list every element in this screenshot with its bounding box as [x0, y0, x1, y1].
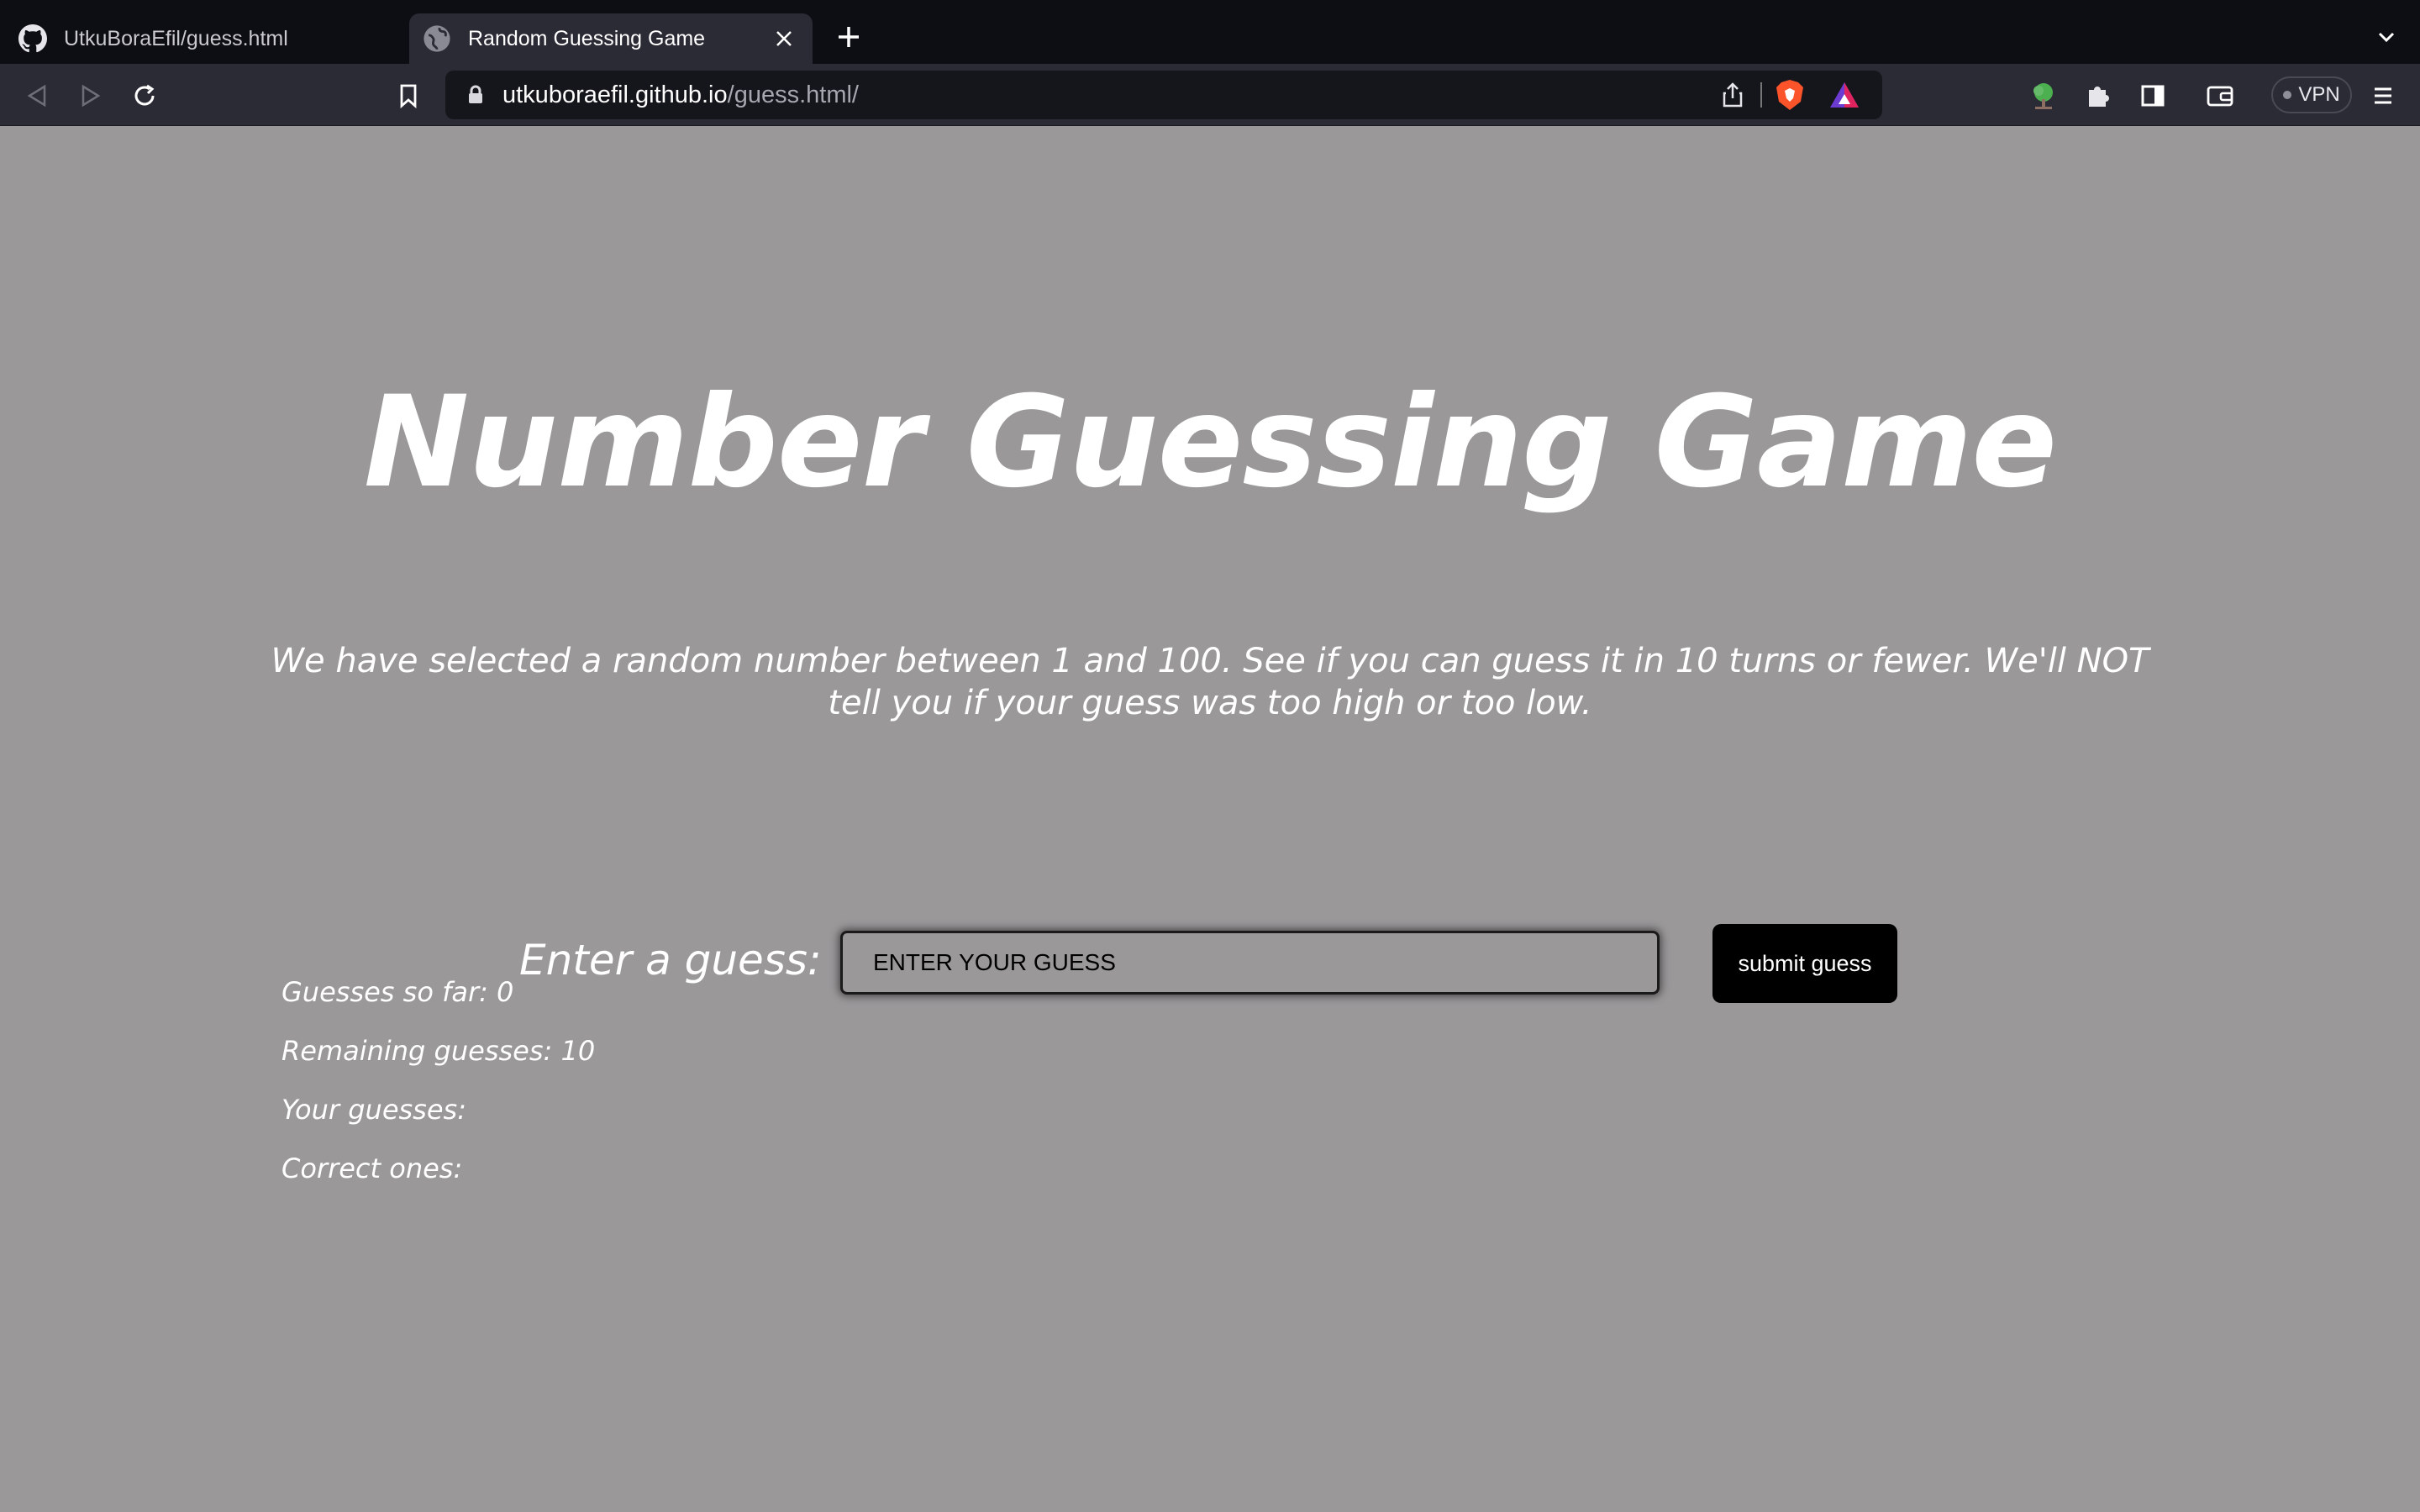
forward-icon [82, 84, 101, 108]
chevron-down-icon [2378, 32, 2395, 43]
address-bar[interactable]: utkuboraefil.github.io/guess.html/ [445, 71, 1882, 119]
submit-guess-button[interactable]: submit guess [1712, 924, 1897, 1003]
remaining-guesses: Remaining guesses: 10 [281, 1035, 596, 1067]
guesses-so-far: Guesses so far: 0 [281, 976, 514, 1008]
vpn-button[interactable]: VPN [2271, 76, 2352, 113]
browser-toolbar: utkuboraefil.github.io/guess.html/ VPN [0, 64, 2420, 126]
close-icon [776, 31, 792, 46]
sidebar-icon [2141, 85, 2165, 107]
new-tab-button[interactable] [832, 20, 865, 54]
brave-shields-icon[interactable] [1773, 78, 1807, 112]
menu-button[interactable] [2365, 77, 2402, 114]
url-host: utkuboraefil.github.io [502, 81, 728, 108]
reload-icon [134, 84, 155, 106]
bookmark-button[interactable] [390, 77, 427, 114]
share-icon[interactable] [1718, 81, 1747, 109]
tab-title: UtkuBoraEfil/guess.html [64, 26, 288, 50]
close-tab-button[interactable] [767, 22, 801, 55]
url-divider [1760, 82, 1762, 108]
your-guesses: Your guesses: [281, 1094, 466, 1126]
page-title: Number Guessing Game [363, 370, 2057, 516]
vpn-label: VPN [2298, 83, 2340, 106]
extensions-button[interactable] [2079, 77, 2116, 114]
lock-icon [469, 85, 482, 103]
puzzle-icon [2089, 87, 2109, 107]
vpn-status-dot [2283, 91, 2292, 99]
page-content: Number Guessing Game We have selected a … [0, 126, 2420, 1512]
tree-icon [2033, 83, 2053, 109]
guess-input[interactable] [840, 931, 1660, 995]
tab-active[interactable]: Random Guessing Game [409, 13, 813, 64]
tab-github[interactable]: UtkuBoraEfil/guess.html [0, 13, 402, 64]
reload-button[interactable] [126, 77, 163, 114]
github-icon [18, 24, 47, 53]
back-button[interactable] [18, 77, 55, 114]
forward-button[interactable] [72, 77, 109, 114]
wallet-button[interactable] [2202, 77, 2238, 114]
tab-strip: UtkuBoraEfil/guess.html Random Guessing … [0, 0, 2420, 64]
sidebar-button[interactable] [2134, 77, 2171, 114]
extension-tree-button[interactable] [2025, 77, 2062, 114]
url-text: utkuboraefil.github.io/guess.html/ [502, 71, 859, 119]
guess-label: Enter a guess: [519, 936, 822, 984]
plus-icon [839, 27, 859, 47]
intro-text: We have selected a random number between… [271, 642, 2149, 722]
brave-rewards-icon[interactable] [1828, 80, 1861, 110]
wallet-icon [2207, 86, 2233, 107]
bookmark-icon [400, 84, 417, 108]
hamburger-menu-icon [2375, 87, 2391, 104]
tab-title: Random Guessing Game [468, 26, 706, 50]
globe-icon [424, 25, 450, 52]
url-path: /guess.html/ [727, 81, 859, 108]
tab-list-button[interactable] [2370, 20, 2403, 54]
back-icon [27, 84, 46, 108]
correct-ones: Correct ones: [281, 1152, 463, 1184]
